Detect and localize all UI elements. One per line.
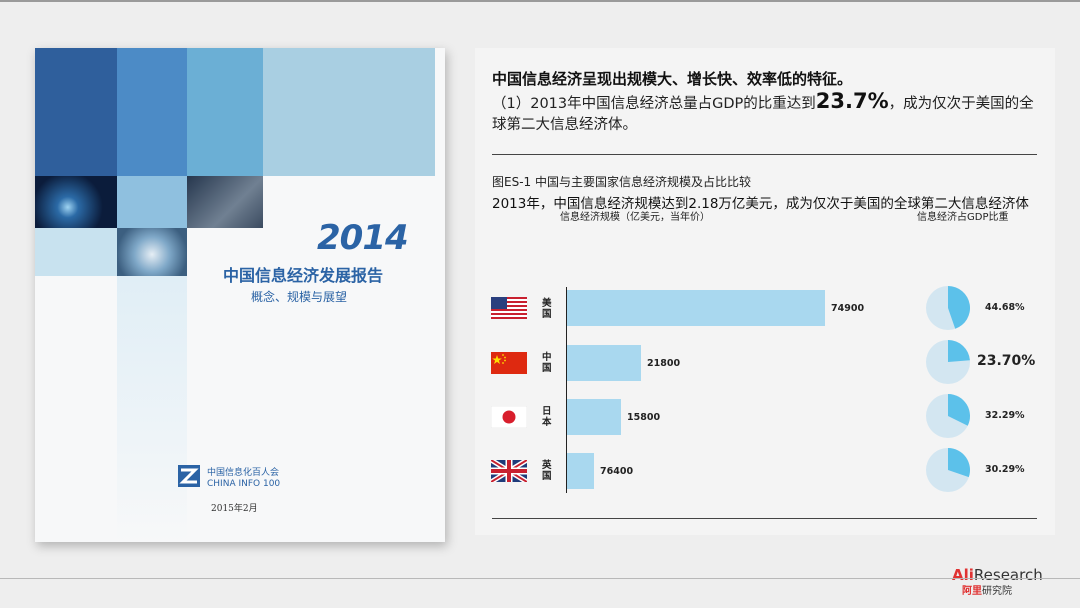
country-label: 中国 (542, 352, 552, 374)
bar-日本 (567, 399, 621, 435)
summary-highlight: 23.7% (815, 89, 889, 113)
share-label: 44.68% (985, 302, 1025, 313)
share-label: 30.29% (985, 464, 1025, 475)
headline: 中国信息经济呈现出规模大、增长快、效率低的特征。 (492, 70, 853, 88)
china-flag-icon (491, 352, 527, 374)
country-label: 日本 (542, 406, 552, 428)
share-label: 23.70% (977, 353, 1036, 369)
bar-中国 (567, 345, 641, 381)
bar-value-label: 15800 (627, 412, 661, 423)
divider (492, 154, 1037, 155)
bar-美国 (567, 290, 825, 326)
china-info-100-logo-icon (178, 465, 200, 487)
summary-text: （1）2013年中国信息经济总量占GDP的比重达到 (492, 96, 816, 112)
cover-org-cn: 中国信息化百人会 (207, 468, 280, 478)
top-rule (0, 0, 1080, 2)
tech-image (187, 176, 263, 228)
column-header-share: 信息经济占GDP比重 (917, 212, 1009, 223)
cover-date: 2015年2月 (211, 504, 258, 514)
logo-cn-dark: 研究院 (982, 586, 1012, 597)
cover-subtitle: 概念、规模与展望 (251, 290, 348, 304)
pie-中国 (926, 340, 970, 384)
globe-image (35, 176, 117, 228)
bar-value-label: 21800 (647, 358, 681, 369)
pie-slice (948, 340, 970, 362)
cover-org-en: CHINA INFO 100 (207, 479, 281, 489)
japan-flag-icon (491, 406, 527, 428)
aliresearch-logo: AliResearch 阿里研究院 (952, 565, 1043, 597)
country-label: 美国 (542, 298, 552, 320)
figure-label: 图ES-1 中国与主要国家信息经济规模及占比比较 (492, 175, 751, 189)
pie-日本 (926, 394, 970, 438)
cover-block (35, 48, 117, 176)
bar-英国 (567, 453, 594, 489)
cover-block (187, 48, 263, 176)
cover-block (35, 228, 117, 276)
report-cover: 2014 中国信息经济发展报告 概念、规模与展望 中国信息化百人会 CHINA … (35, 48, 445, 542)
pie-英国 (926, 448, 970, 492)
pie-美国 (926, 286, 970, 330)
cover-block (117, 48, 187, 176)
share-label: 32.29% (985, 410, 1025, 421)
logo-cn-red: 阿里 (962, 586, 982, 597)
cover-fade (117, 276, 187, 542)
cover-block (117, 176, 187, 228)
bottom-rule (0, 578, 1080, 579)
country-label: 英国 (542, 460, 552, 482)
bar-value-label: 74900 (831, 303, 865, 314)
uk-flag-icon (491, 460, 527, 482)
cover-year: 2014 (317, 218, 409, 258)
bar-value-label: 76400 (600, 466, 634, 477)
column-header-scale: 信息经济规模（亿美元，当年价） (560, 212, 710, 223)
divider (492, 518, 1037, 519)
summary: （1）2013年中国信息经济总量占GDP的比重达到23.7%，成为仅次于美国的全… (492, 91, 1040, 136)
touch-image (117, 228, 187, 276)
logo-cn: 阿里研究院 (962, 582, 1012, 597)
us-flag-icon (491, 297, 527, 319)
cover-block (263, 48, 435, 176)
cover-org: 中国信息化百人会 CHINA INFO 100 (207, 468, 280, 490)
cover-title: 中国信息经济发展报告 (223, 266, 384, 285)
